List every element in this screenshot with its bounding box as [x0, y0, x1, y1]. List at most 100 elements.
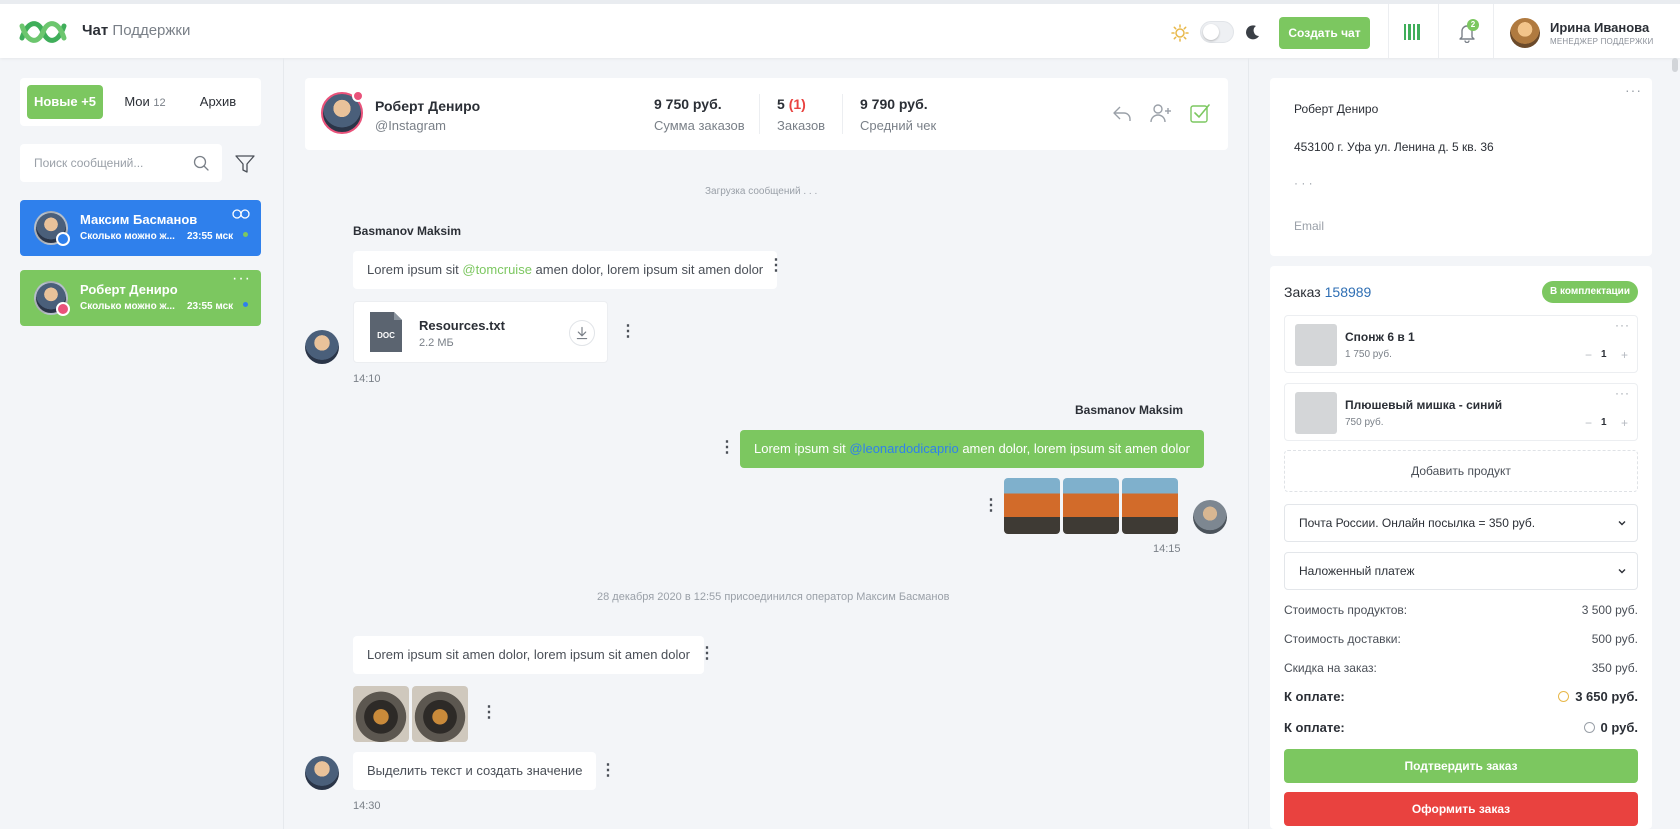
user-name[interactable]: Ирина Иванова [1550, 20, 1649, 35]
checkout-order-button[interactable]: Оформить заказ [1284, 792, 1638, 826]
chat-list-item[interactable]: Роберт Дениро Сколько можно ж... 23:55 м… [20, 270, 261, 326]
mention-link[interactable]: @tomcruise [462, 262, 532, 277]
photo-thumbnail[interactable] [353, 686, 409, 742]
search-icon[interactable] [193, 155, 209, 171]
column-divider [283, 58, 284, 829]
download-icon[interactable] [569, 320, 595, 346]
reply-icon[interactable] [1112, 104, 1132, 122]
add-user-icon[interactable] [1150, 103, 1172, 123]
system-message: 28 декабря 2020 в 12:55 присоединился оп… [597, 591, 950, 603]
message-menu-icon[interactable]: ⋮ [699, 646, 715, 662]
message-menu-icon[interactable]: ⋮ [600, 763, 616, 779]
instagram-icon [352, 90, 364, 102]
message-menu-icon[interactable]: ⋮ [620, 324, 636, 340]
more-icon[interactable]: ··· [1615, 318, 1630, 332]
photo-thumbnail[interactable] [1004, 478, 1060, 534]
instagram-icon [56, 302, 70, 316]
mention-link[interactable]: @leonardodicaprio [849, 441, 958, 456]
delivery-select[interactable]: Почта России. Онлайн посылка = 350 руб. [1284, 504, 1638, 542]
check-circle-icon [1583, 722, 1595, 733]
more-icon[interactable]: ··· [1625, 82, 1642, 98]
avatar[interactable] [1193, 500, 1227, 534]
increment-button[interactable]: + [1621, 416, 1628, 430]
message-bubble[interactable]: Lorem ipsum sit amen dolor, lorem ipsum … [353, 636, 704, 674]
scrollbar[interactable] [1672, 58, 1678, 72]
tab-archive-label: Архив [199, 94, 237, 109]
check-square-icon[interactable] [1190, 103, 1210, 123]
status-dot [243, 232, 248, 237]
moon-icon[interactable] [1245, 24, 1261, 40]
product-quantity: 1 [1601, 349, 1607, 360]
total-row: К оплате: 0 руб. [1284, 720, 1638, 735]
message-menu-icon[interactable]: ⋮ [719, 440, 735, 456]
file-attachment[interactable]: DOC Resources.txt 2.2 МБ [353, 301, 608, 363]
message-bubble[interactable]: Lorem ipsum sit @leonardodicaprio amen d… [740, 430, 1204, 468]
theme-toggle[interactable] [1200, 21, 1234, 43]
file-size: 2.2 МБ [419, 337, 454, 349]
chat-list-item[interactable]: Максим Басманов Сколько можно ж... 23:55… [20, 200, 261, 256]
tab-mine[interactable]: Мои 12 [115, 85, 175, 119]
message-text: Lorem ipsum sit [754, 441, 850, 456]
message-text: Lorem ipsum sit amen dolor, lorem ipsum … [367, 647, 690, 662]
stat-value-extra: (1) [788, 96, 806, 112]
more-icon[interactable]: ··· [232, 271, 251, 287]
document-icon: DOC [370, 312, 402, 352]
stat-divider [759, 94, 760, 134]
product-name: Спонж 6 в 1 [1345, 330, 1415, 344]
telegram-icon [56, 232, 70, 246]
client-header-card: Роберт Дениро @Instagram 9 750 руб. Сумм… [305, 78, 1228, 150]
tab-mine-count: 12 [153, 97, 166, 109]
client-info-address[interactable]: 453100 г. Уфа ул. Ленина д. 5 кв. 36 [1294, 140, 1494, 154]
chevron-down-icon [1618, 521, 1626, 526]
tab-new[interactable]: Новые +5 [27, 85, 103, 119]
client-info-phone[interactable]: · · · [1294, 176, 1313, 190]
decrement-button[interactable]: − [1585, 416, 1592, 430]
message-time: 14:30 [353, 800, 381, 812]
user-avatar[interactable] [1510, 18, 1540, 48]
more-icon[interactable]: ··· [1615, 386, 1630, 400]
tab-archive[interactable]: Архив [188, 85, 248, 119]
message-menu-icon[interactable]: ⋮ [768, 258, 784, 274]
barcode-icon[interactable] [1404, 24, 1422, 40]
client-info-name[interactable]: Роберт Дениро [1294, 102, 1378, 116]
decrement-button[interactable]: − [1585, 348, 1592, 362]
product-thumbnail [1295, 324, 1337, 366]
confirm-order-button[interactable]: Подтвердить заказ [1284, 749, 1638, 783]
photo-thumbnail[interactable] [1122, 478, 1178, 534]
message-menu-icon[interactable]: ⋮ [481, 705, 497, 721]
chat-tabs: Новые +5 Мои 12 Архив [20, 78, 261, 126]
header-divider [1493, 4, 1494, 58]
total-row: К оплате: 3 650 руб. [1284, 689, 1638, 704]
status-badge[interactable]: В комплектации [1542, 281, 1638, 303]
message-menu-icon[interactable]: ⋮ [983, 498, 999, 514]
user-role: МЕНЕДЖЕР ПОДДЕРЖКИ [1550, 37, 1654, 46]
message-text: Выделить текст и создать значение [367, 763, 583, 778]
logo-icon[interactable] [16, 16, 70, 48]
sun-icon[interactable] [1171, 24, 1189, 42]
message-text: amen dolor, lorem ipsum sit amen dolor [958, 441, 1190, 456]
search-input[interactable] [20, 144, 222, 182]
create-chat-button[interactable]: Создать чат [1279, 17, 1370, 49]
order-number[interactable]: 158989 [1325, 284, 1372, 300]
payment-select[interactable]: Наложенный платеж [1284, 552, 1638, 590]
stat-value: 5 [777, 96, 785, 112]
photo-thumbnail[interactable] [1063, 478, 1119, 534]
total-label: К оплате: [1284, 689, 1345, 704]
filter-icon[interactable] [235, 154, 255, 174]
message-bubble[interactable]: Lorem ipsum sit @tomcruise amen dolor, l… [353, 251, 778, 289]
summary-label: Стоимость продуктов: [1284, 603, 1408, 617]
link-icon[interactable] [232, 208, 250, 220]
message-bubble[interactable]: Выделить текст и создать значение [353, 752, 597, 790]
email-field[interactable]: Email [1294, 219, 1324, 233]
header-divider [1438, 4, 1439, 58]
avatar[interactable] [305, 330, 339, 364]
photo-thumbnail[interactable] [412, 686, 468, 742]
add-product-button[interactable]: Добавить продукт [1284, 450, 1638, 492]
summary-label: Стоимость доставки: [1284, 632, 1401, 646]
stat-value: 9 750 руб. [654, 96, 722, 112]
increment-button[interactable]: + [1621, 348, 1628, 362]
delivery-selected-value: Почта России. Онлайн посылка = 350 руб. [1299, 516, 1536, 530]
avatar[interactable] [305, 756, 339, 790]
app-title: Чат Поддержки [82, 22, 190, 39]
file-name: Resources.txt [419, 318, 505, 333]
